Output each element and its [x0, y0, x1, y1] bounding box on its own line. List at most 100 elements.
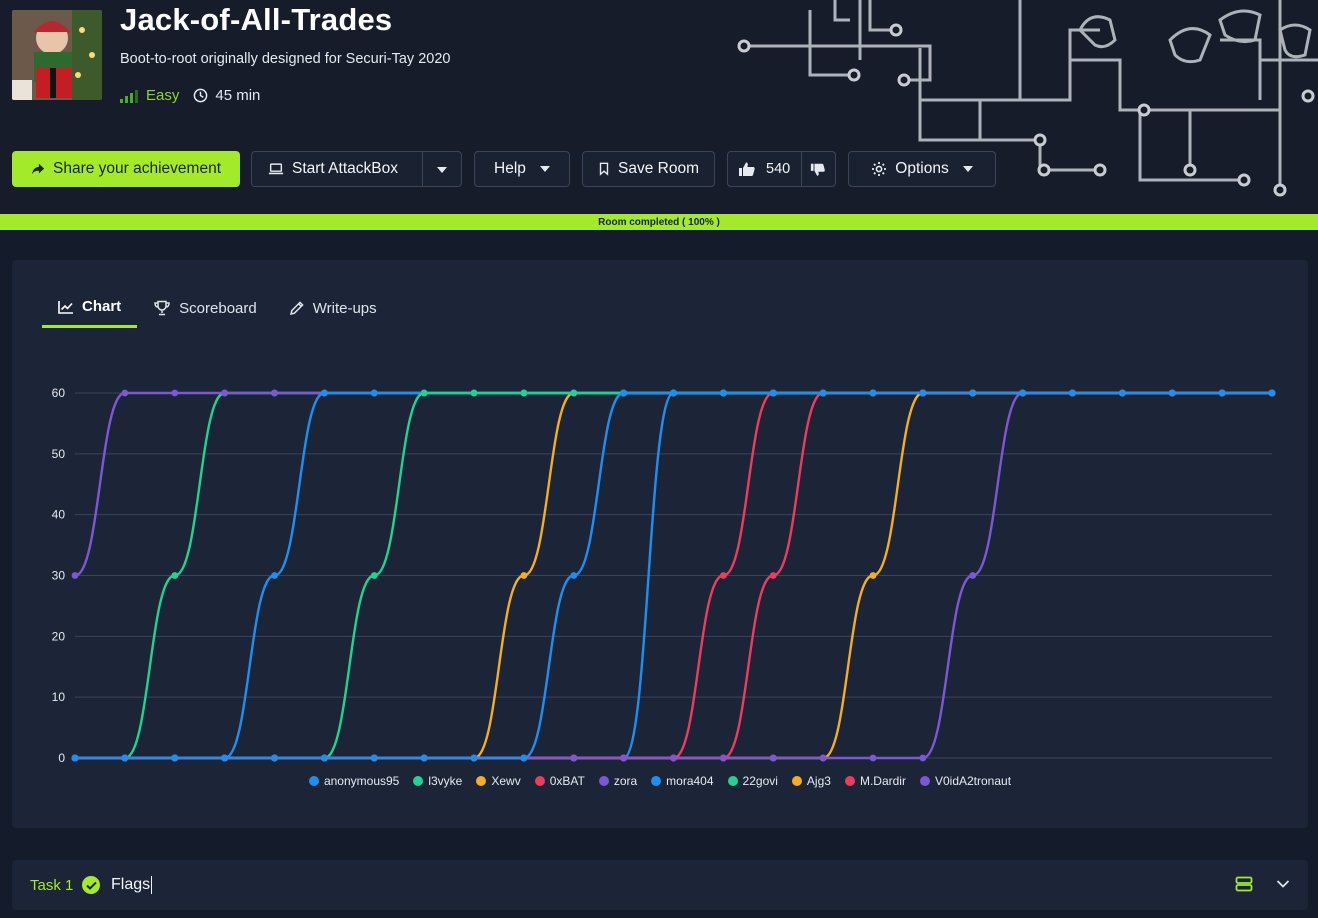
- legend-item[interactable]: M.Dardir: [844, 774, 906, 788]
- data-point: [121, 389, 129, 397]
- server-stack-icon[interactable]: [1235, 876, 1253, 892]
- y-tick-label: 20: [52, 629, 66, 643]
- help-button[interactable]: Help: [474, 151, 570, 187]
- legend-label: anonymous95: [323, 774, 400, 788]
- legend-swatch: [651, 776, 662, 786]
- legend-item[interactable]: anonymous95: [308, 774, 400, 788]
- data-point: [819, 754, 827, 762]
- progress-label: Room completed ( 100% ): [598, 216, 720, 228]
- legend-label: 22govi: [742, 774, 778, 788]
- legend-item[interactable]: mora404: [651, 774, 714, 788]
- split-divider: [422, 152, 423, 186]
- data-point: [520, 754, 528, 762]
- data-point: [370, 754, 378, 762]
- data-point: [221, 754, 229, 762]
- data-point: [470, 389, 478, 397]
- data-point: [320, 389, 328, 397]
- legend-label: Xewv: [491, 774, 521, 788]
- difficulty-badge: Easy: [120, 87, 179, 104]
- legend-swatch: [476, 776, 487, 786]
- y-tick-label: 50: [52, 447, 66, 461]
- data-point: [271, 754, 278, 762]
- data-point: [620, 389, 628, 397]
- data-point: [420, 389, 428, 397]
- y-tick-label: 0: [58, 751, 65, 765]
- data-point: [570, 389, 578, 397]
- data-point: [1019, 389, 1027, 397]
- y-tick-label: 40: [52, 508, 66, 522]
- legend-item[interactable]: V0idA2tronaut: [919, 774, 1011, 788]
- bookmark-icon: [599, 162, 609, 176]
- data-point: [420, 754, 428, 762]
- legend-item[interactable]: 22govi: [727, 774, 778, 788]
- data-point: [320, 754, 328, 762]
- help-dropdown-icon: [539, 166, 550, 172]
- data-point: [1118, 389, 1126, 397]
- data-point: [670, 754, 677, 762]
- legend-item[interactable]: zora: [598, 774, 638, 788]
- data-point: [1218, 389, 1226, 397]
- data-point: [71, 572, 79, 579]
- data-point: [171, 754, 179, 762]
- gear-icon: [872, 162, 887, 176]
- start-attackbox-label: Start AttackBox: [292, 160, 398, 177]
- data-point: [71, 754, 79, 762]
- data-point: [919, 389, 927, 397]
- options-dropdown-icon: [962, 166, 973, 172]
- room-title: Jack-of-All-Trades: [120, 2, 393, 37]
- data-point: [869, 572, 877, 579]
- y-tick-label: 10: [52, 690, 66, 704]
- data-point: [370, 572, 378, 579]
- data-point: [570, 754, 578, 762]
- legend-label: zora: [613, 774, 638, 788]
- room-header: Jack-of-All-Trades Boot-to-root original…: [0, 0, 1318, 214]
- data-point: [1168, 389, 1176, 397]
- data-point: [969, 389, 977, 397]
- data-point: [919, 754, 927, 762]
- vote-group: 540: [727, 151, 836, 187]
- progress-chart: 0 10 20 30 40 50 60: [52, 386, 1276, 765]
- task-title: Flags: [111, 876, 153, 894]
- data-point: [869, 389, 877, 397]
- data-point: [869, 754, 877, 762]
- data-point: [520, 572, 528, 579]
- task-row[interactable]: Task 1 Flags: [12, 860, 1308, 910]
- room-meta: Easy 45 min: [120, 87, 260, 104]
- signal-bars-icon: [120, 89, 138, 103]
- legend-item[interactable]: Ajg3: [791, 774, 831, 788]
- start-attackbox-button[interactable]: Start AttackBox: [251, 151, 462, 187]
- legend-label: Ajg3: [806, 774, 831, 788]
- legend-item[interactable]: l3vyke: [413, 774, 462, 788]
- chevron-down-icon[interactable]: [1276, 879, 1290, 889]
- y-tick-label: 30: [52, 569, 66, 583]
- data-point: [769, 754, 777, 762]
- thumbs-up-icon[interactable]: [738, 161, 756, 177]
- data-point: [719, 754, 727, 762]
- legend-swatch: [534, 776, 545, 786]
- task-number: Task 1: [30, 877, 74, 894]
- elf-on-shelf-thumbnail: [12, 10, 102, 100]
- room-progress-bar: Room completed ( 100% ): [0, 214, 1318, 230]
- duration: 45 min: [193, 87, 260, 104]
- thumbs-down-icon[interactable]: [810, 162, 826, 178]
- room-subtitle: Boot-to-root originally designed for Sec…: [120, 51, 451, 67]
- data-point: [271, 389, 278, 397]
- check-circle-icon: [82, 876, 100, 894]
- share-achievement-button[interactable]: Share your achievement: [12, 151, 240, 187]
- data-point: [121, 754, 129, 762]
- data-point: [1069, 389, 1076, 397]
- attackbox-dropdown-icon[interactable]: [437, 167, 447, 173]
- chart-panel: Chart Scoreboard Write-ups 0 10 20 30 40 50 60…: [12, 260, 1308, 828]
- data-point: [171, 572, 179, 579]
- options-button[interactable]: Options: [848, 151, 996, 187]
- data-point: [171, 389, 179, 397]
- data-point: [1268, 389, 1276, 397]
- data-point: [769, 572, 777, 579]
- legend-item[interactable]: 0xBAT: [534, 774, 585, 788]
- legend-item[interactable]: Xewv: [476, 774, 521, 788]
- legend-swatch: [844, 776, 855, 786]
- save-room-button[interactable]: Save Room: [582, 151, 715, 187]
- series-line: [74, 391, 1272, 577]
- chart-legend: anonymous95 l3vyke Xewv 0xBAT zora mora404 22g…: [12, 774, 1308, 788]
- data-point: [819, 389, 827, 397]
